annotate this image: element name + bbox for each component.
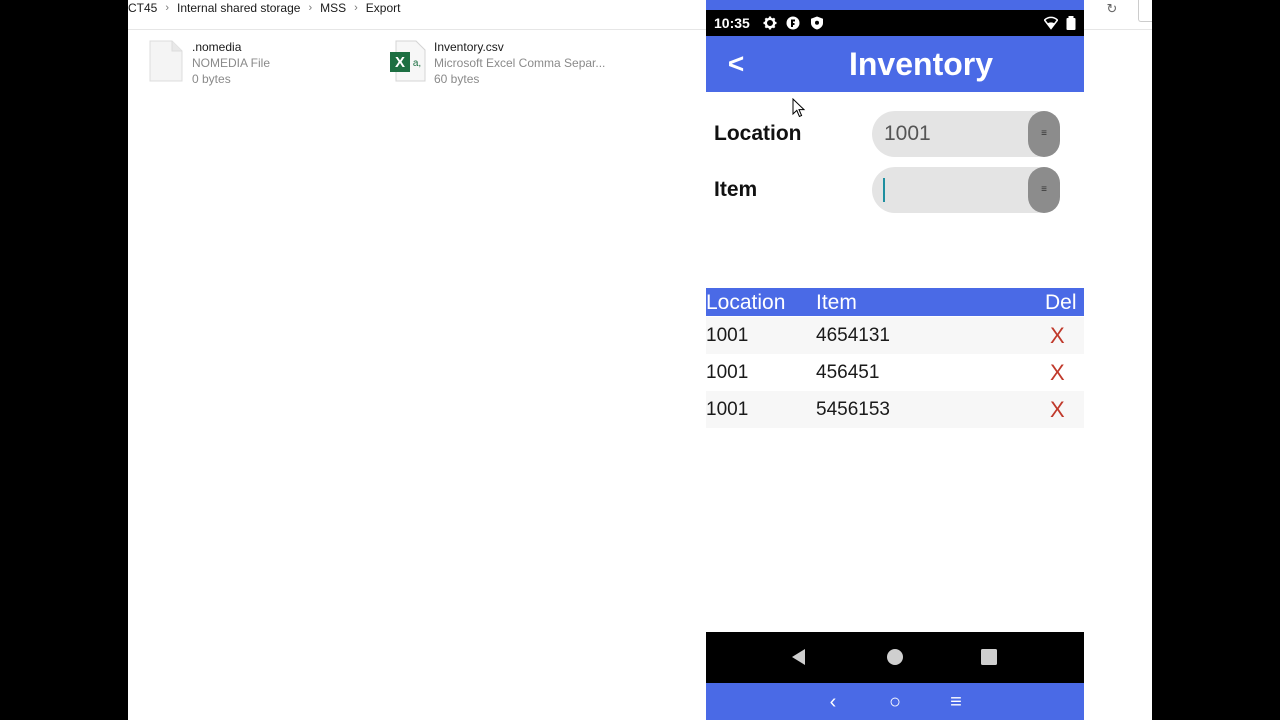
window-top-strip (706, 0, 1084, 10)
file-name: .nomedia (192, 40, 242, 54)
item-input[interactable] (884, 167, 1024, 213)
file-item-inventory-csv[interactable]: X a, Inventory.csv Microsoft Excel Comma… (390, 40, 610, 86)
status-bar: 10:35 (706, 10, 1084, 36)
file-type: Microsoft Excel Comma Separ... (434, 56, 606, 70)
file-item-nomedia[interactable]: .nomedia NOMEDIA File 0 bytes (148, 40, 328, 86)
column-header-del: Del (1045, 291, 1077, 314)
breadcrumb-item-mss[interactable]: MSS (320, 1, 346, 15)
csv-comma-mark: a, (413, 58, 421, 69)
row-location: 1001 (706, 362, 749, 383)
breadcrumb: CT45 › Internal shared storage › MSS › E… (128, 0, 400, 16)
file-size: 0 bytes (192, 72, 231, 86)
location-dropdown-button[interactable]: ≡ (1028, 111, 1060, 157)
location-field[interactable]: ≡ (872, 111, 1060, 157)
chevron-right-icon: › (354, 2, 358, 14)
file-type: NOMEDIA File (192, 56, 271, 70)
app-bar: Inventory < (706, 36, 1084, 92)
location-input[interactable] (884, 111, 1024, 157)
gear-icon (763, 16, 777, 30)
android-device-screen: 10:35 Inventory < Location 1001 ≡ Item ≡… (706, 0, 1084, 720)
row-item: 456451 (816, 362, 880, 383)
host-menu-icon[interactable]: ≡ (945, 691, 967, 713)
shield-icon (811, 16, 823, 30)
column-header-item: Item (816, 291, 857, 314)
host-back-icon[interactable]: ‹ (822, 691, 844, 713)
row-item: 4654131 (816, 325, 890, 346)
delete-row-button[interactable]: X (1050, 397, 1065, 423)
page-title: Inventory (848, 46, 994, 82)
breadcrumb-item-storage[interactable]: Internal shared storage (177, 1, 300, 15)
delete-row-button[interactable]: X (1050, 360, 1065, 386)
status-time: 10:35 (714, 15, 750, 31)
mouse-cursor-icon (792, 98, 806, 118)
blank-file-icon (149, 40, 183, 82)
table-row[interactable]: 1001 4654131 X (706, 317, 1084, 354)
table-row[interactable]: 1001 5456153 X (706, 391, 1084, 428)
host-nav-bar: ‹ ○ ≡ (706, 683, 1084, 720)
refresh-icon[interactable]: ↻ (1100, 0, 1124, 18)
excel-badge-letter: X (395, 54, 405, 71)
nav-recents-icon[interactable] (978, 646, 1000, 668)
file-size: 60 bytes (434, 72, 480, 86)
item-dropdown-button[interactable]: ≡ (1028, 167, 1060, 213)
battery-icon (1066, 16, 1076, 30)
host-home-icon[interactable]: ○ (884, 691, 906, 713)
wifi-icon (1044, 16, 1058, 30)
screen: CT45 › Internal shared storage › MSS › E… (0, 0, 1280, 720)
chevron-right-icon: › (165, 2, 170, 14)
breadcrumb-item-device[interactable]: CT45 (128, 1, 157, 15)
item-label: Item (714, 178, 758, 201)
app-badge-icon (786, 16, 800, 30)
text-caret (883, 178, 885, 202)
chevron-right-icon: › (308, 2, 313, 14)
table-row[interactable]: 1001 456451 X (706, 354, 1084, 391)
location-label: Location (714, 122, 802, 145)
column-header-location: Location (706, 291, 786, 314)
row-item: 5456153 (816, 399, 890, 420)
row-location: 1001 (706, 325, 749, 346)
back-button[interactable]: < (720, 46, 752, 82)
android-nav-bar (706, 632, 1084, 683)
breadcrumb-item-export[interactable]: Export (366, 1, 401, 15)
search-box[interactable] (1138, 0, 1152, 22)
excel-csv-icon: X a, (390, 40, 426, 82)
table-header: Location Item Del (706, 288, 1084, 316)
file-name: Inventory.csv (434, 40, 504, 54)
nav-back-icon[interactable] (788, 646, 810, 668)
nav-home-icon[interactable] (884, 646, 906, 668)
row-location: 1001 (706, 399, 749, 420)
item-field[interactable]: ≡ (872, 167, 1060, 213)
delete-row-button[interactable]: X (1050, 323, 1065, 349)
